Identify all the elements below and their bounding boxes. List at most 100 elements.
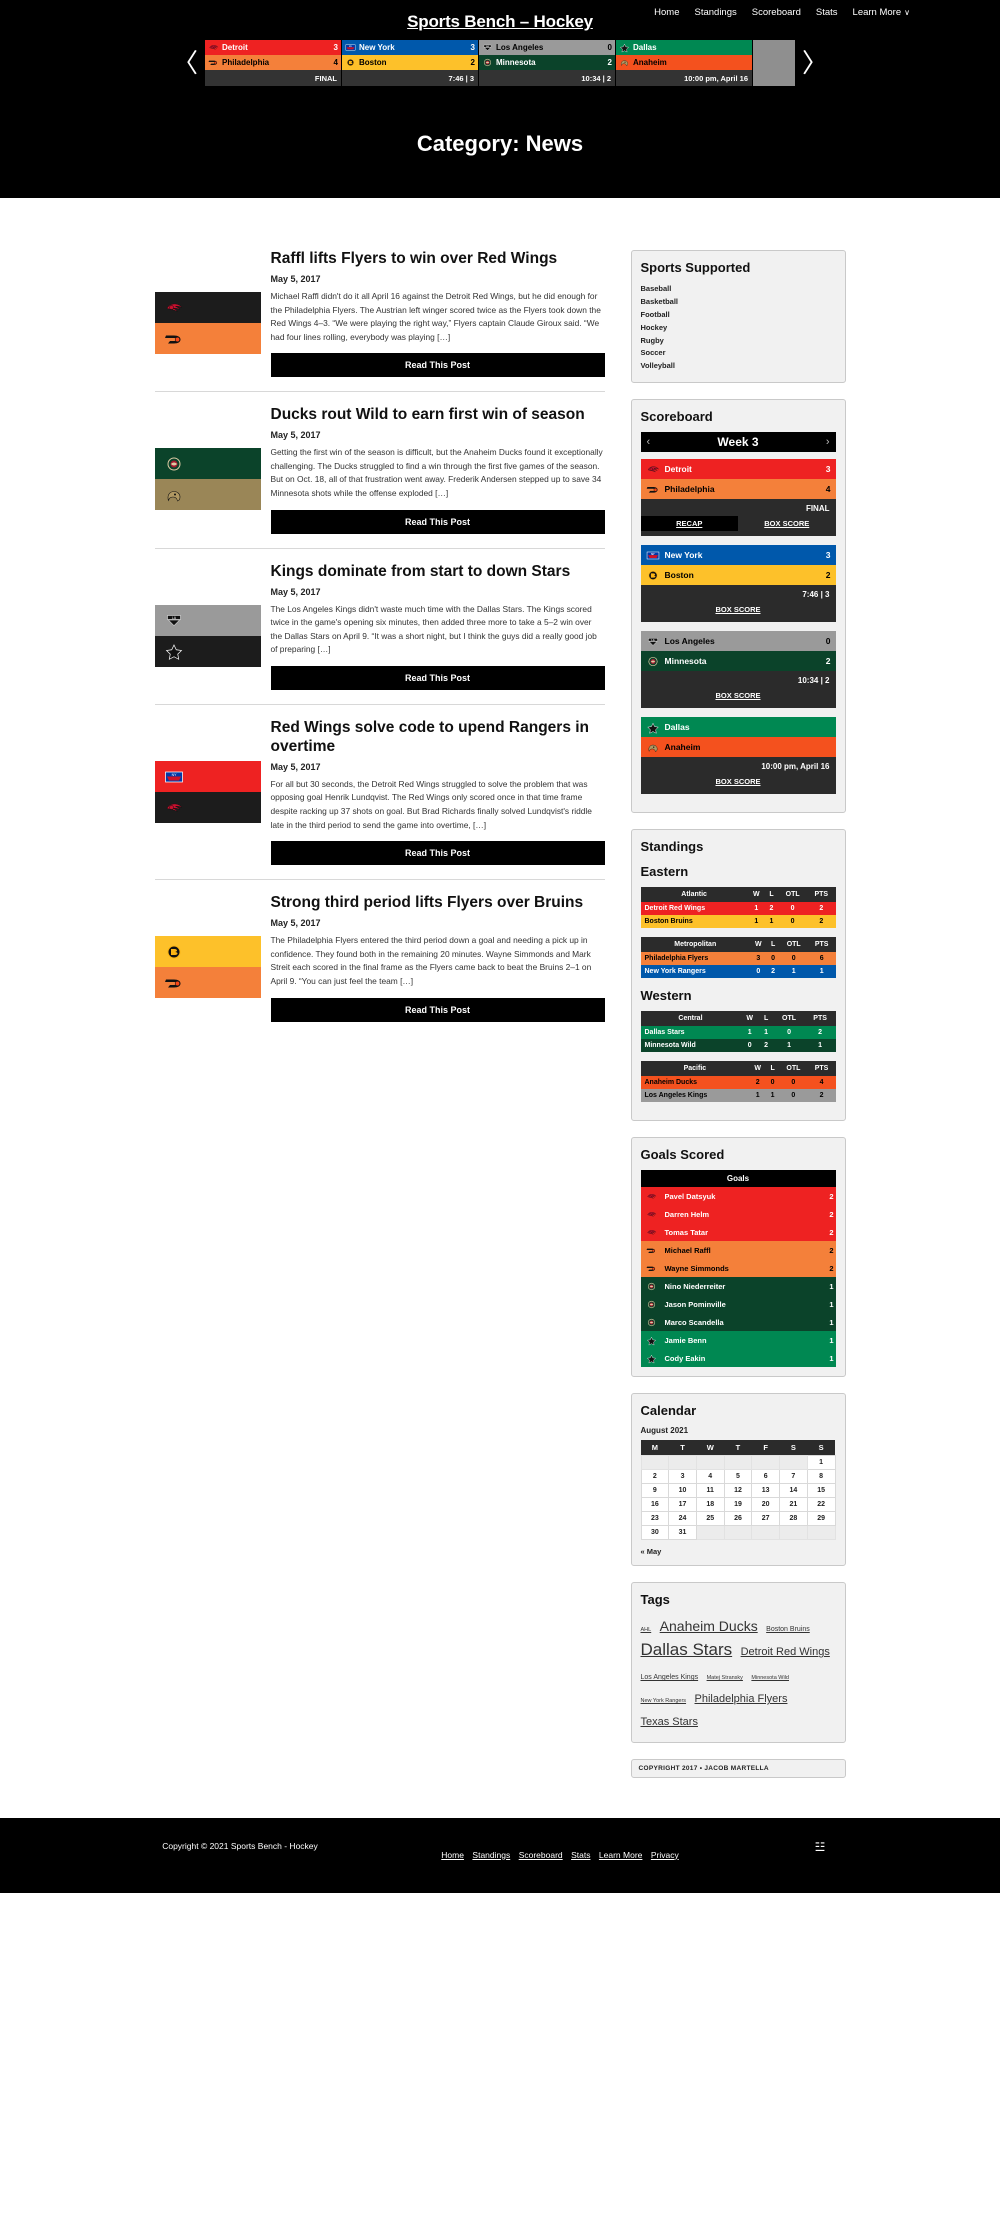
standings-row[interactable]: Anaheim Ducks 2 0 0 4 [640,1076,836,1090]
calendar-day-cell[interactable]: 10 [668,1483,697,1499]
calendar-day-cell[interactable]: 29 [806,1511,836,1527]
standings-row[interactable]: Minnesota Wild 0 2 1 1 [640,1039,836,1053]
goals-row[interactable]: Cody Eakin 1 [640,1349,836,1368]
box-score-link[interactable]: BOX SCORE [738,516,836,531]
calendar-day-cell[interactable]: 7 [779,1469,808,1485]
nav-item-scoreboard[interactable]: Scoreboard [752,7,801,18]
footer-nav-item[interactable]: Home [441,1850,464,1860]
calendar-day-cell[interactable]: 24 [668,1511,697,1527]
calendar-day-cell[interactable]: 1 [806,1455,836,1471]
calendar-day-cell[interactable]: 22 [806,1497,836,1513]
calendar-day-cell[interactable]: 2 [640,1469,670,1485]
ticker-prev-arrow-icon[interactable]: 〈 [165,50,205,76]
article-title[interactable]: Strong third period lifts Flyers over Br… [271,894,605,913]
calendar-day-cell[interactable]: 26 [723,1511,753,1527]
ticker-game[interactable]: Dallas Anaheim 10:00 pm, April 16 [616,40,753,86]
article-thumbnail[interactable] [154,936,261,999]
tag-link[interactable]: Matej Stransky [707,1675,743,1681]
ticker-game[interactable]: Detroit 3 Philadelphia 4 FINAL [205,40,342,86]
footer-nav-item[interactable]: Standings [472,1850,510,1860]
footer-nav-item[interactable]: Privacy [651,1850,679,1860]
calendar-day-cell[interactable]: 8 [806,1469,836,1485]
calendar-day-cell[interactable]: 13 [751,1483,781,1499]
read-this-post-button[interactable]: Read This Post [270,841,605,866]
goals-row[interactable]: Pavel Datsyuk 2 [640,1187,836,1206]
calendar-day-cell[interactable]: 9 [640,1483,670,1499]
goals-row[interactable]: Jason Pominville 1 [640,1295,836,1314]
box-score-link[interactable]: BOX SCORE [641,774,836,789]
calendar-day-cell[interactable]: 11 [695,1483,725,1499]
footer-nav-item[interactable]: Stats [571,1850,590,1860]
calendar-day-cell[interactable]: 28 [779,1511,808,1527]
calendar-day-cell[interactable]: 30 [640,1525,670,1541]
calendar-day-cell[interactable]: 25 [695,1511,725,1527]
ticker-game[interactable]: NY New York 3 Boston 2 7:46 | 3 [342,40,479,86]
ticker-game[interactable]: LA Los Angeles 0 Minnesota 2 10:34 | 2 [479,40,616,86]
rss-feed-icon[interactable]: ☳ [790,1840,850,1854]
calendar-day-cell[interactable]: 23 [640,1511,670,1527]
week-next-icon[interactable]: › [826,436,830,448]
ticker-games-list[interactable]: Detroit 3 Philadelphia 4 FINAL NY New York 3 Bos… [205,40,795,86]
calendar-day-cell[interactable]: 4 [695,1469,725,1485]
footer-nav-item[interactable]: Learn More [599,1850,642,1860]
tag-link[interactable]: Detroit Red Wings [741,1646,830,1658]
calendar-day-cell[interactable]: 12 [723,1483,753,1499]
ticker-next-arrow-icon[interactable]: 〉 [795,50,835,76]
box-score-link[interactable]: BOX SCORE [641,602,836,617]
calendar-day-cell[interactable]: 19 [723,1497,753,1513]
goals-row[interactable]: Darren Helm 2 [640,1205,836,1224]
calendar-day-cell[interactable]: 3 [668,1469,697,1485]
read-this-post-button[interactable]: Read This Post [270,509,605,534]
site-title[interactable]: Sports Bench – Hockey [407,6,593,36]
tag-link[interactable]: Anaheim Ducks [660,1618,758,1634]
calendar-day-cell[interactable]: 5 [723,1469,753,1485]
standings-row[interactable]: Philadelphia Flyers 3 0 0 6 [640,952,836,966]
goals-row[interactable]: Marco Scandella 1 [640,1313,836,1332]
article-title[interactable]: Ducks rout Wild to earn first win of sea… [271,406,605,425]
nav-item-standings[interactable]: Standings [695,7,737,18]
standings-row[interactable]: Boston Bruins 1 1 0 2 [640,915,836,929]
goals-row[interactable]: Michael Raffl 2 [640,1241,836,1260]
tag-link[interactable]: AHL [641,1627,652,1633]
article-thumbnail[interactable] [154,448,261,511]
goals-row[interactable]: Tomas Tatar 2 [640,1223,836,1242]
calendar-day-cell[interactable]: 15 [806,1483,836,1499]
tag-link[interactable]: Philadelphia Flyers [695,1693,788,1705]
calendar-day-cell[interactable]: 21 [779,1497,808,1513]
standings-row[interactable]: Los Angeles Kings 1 1 0 2 [640,1089,836,1103]
standings-row[interactable]: New York Rangers 0 2 1 1 [640,965,836,979]
nav-item-home[interactable]: Home [654,7,679,18]
read-this-post-button[interactable]: Read This Post [270,666,605,691]
tag-link[interactable]: Texas Stars [641,1716,698,1728]
article-thumbnail[interactable]: NY [154,761,261,824]
tag-link[interactable]: Minnesota Wild [751,1675,789,1681]
tag-link[interactable]: Boston Bruins [766,1626,810,1633]
goals-row[interactable]: Nino Niederreiter 1 [640,1277,836,1296]
nav-item-learn-more[interactable]: Learn More ∨ [853,7,910,18]
article-title[interactable]: Raffl lifts Flyers to win over Red Wings [271,250,605,269]
calendar-day-cell[interactable]: 17 [668,1497,697,1513]
box-score-link[interactable]: BOX SCORE [641,688,836,703]
nav-item-stats[interactable]: Stats [816,7,838,18]
calendar-day-cell[interactable]: 14 [779,1483,808,1499]
calendar-day-cell[interactable]: 20 [751,1497,781,1513]
week-prev-icon[interactable]: ‹ [647,436,651,448]
calendar-day-cell[interactable]: 27 [751,1511,781,1527]
calendar-day-cell[interactable]: 6 [751,1469,781,1485]
recap-link[interactable]: RECAP [640,516,738,532]
calendar-prev-month-link[interactable]: « May [641,1547,662,1556]
article-thumbnail[interactable]: LA [154,604,261,667]
article-title[interactable]: Kings dominate from start to down Stars [271,563,605,582]
goals-row[interactable]: Jamie Benn 1 [640,1331,836,1350]
tag-link[interactable]: New York Rangers [641,1698,687,1704]
standings-row[interactable]: Detroit Red Wings 1 2 0 2 [640,902,836,916]
standings-row[interactable]: Dallas Stars 1 1 0 2 [640,1026,836,1040]
calendar-day-cell[interactable]: 18 [695,1497,725,1513]
goals-row[interactable]: Wayne Simmonds 2 [640,1259,836,1278]
footer-nav-item[interactable]: Scoreboard [519,1850,563,1860]
tag-link[interactable]: Dallas Stars [641,1640,733,1659]
article-thumbnail[interactable] [154,292,261,354]
article-title[interactable]: Red Wings solve code to upend Rangers in… [271,719,605,757]
calendar-day-cell[interactable]: 16 [640,1497,670,1513]
read-this-post-button[interactable]: Read This Post [270,353,605,378]
